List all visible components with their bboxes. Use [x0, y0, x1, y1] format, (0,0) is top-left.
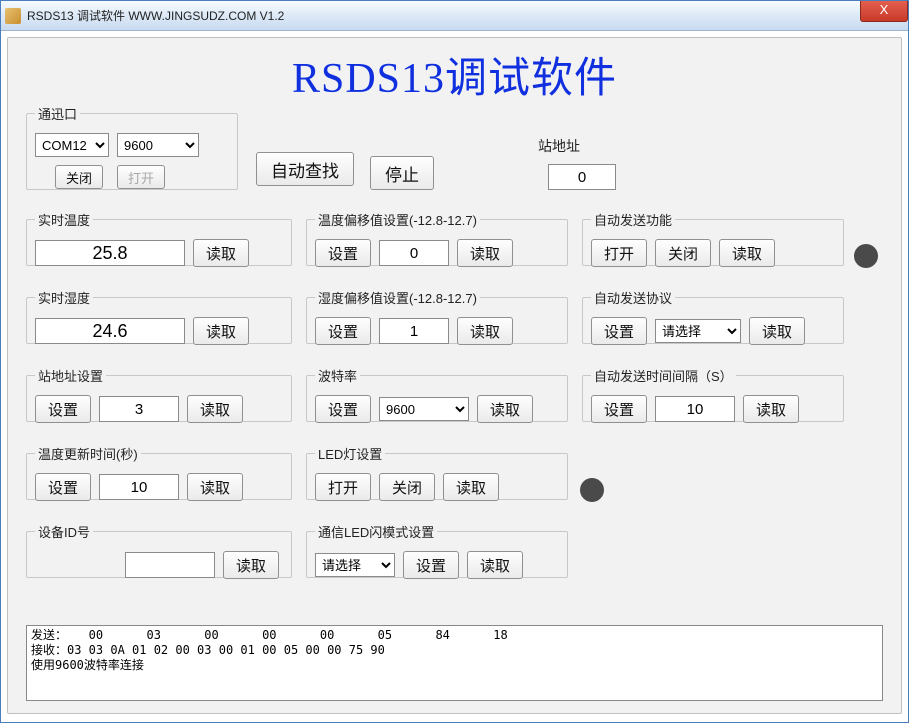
- baud-rate-set-button[interactable]: 设置: [315, 395, 371, 423]
- humi-offset-legend: 湿度偏移值设置(-12.8-12.7): [315, 288, 480, 307]
- group-auto-send-interval: 自动发送时间间隔（S） 设置 读取: [582, 366, 844, 422]
- group-temp-offset: 温度偏移值设置(-12.8-12.7) 设置 读取: [306, 210, 568, 266]
- realtime-humi-read-button[interactable]: 读取: [193, 317, 249, 345]
- realtime-temp-legend: 实时温度: [35, 210, 93, 229]
- device-id-value[interactable]: [125, 552, 215, 578]
- auto-send-interval-set-button[interactable]: 设置: [591, 395, 647, 423]
- auto-send-open-button[interactable]: 打开: [591, 239, 647, 267]
- auto-send-interval-value[interactable]: [655, 396, 735, 422]
- device-id-read-button[interactable]: 读取: [223, 551, 279, 579]
- led-close-button[interactable]: 关闭: [379, 473, 435, 501]
- station-addr-set-button[interactable]: 设置: [35, 395, 91, 423]
- station-addr-set-legend: 站地址设置: [35, 366, 106, 385]
- station-addr-read-button[interactable]: 读取: [187, 395, 243, 423]
- com-port-select[interactable]: COM12: [35, 133, 109, 157]
- window-title: RSDS13 调试软件 WWW.JINGSUDZ.COM V1.2: [27, 7, 284, 24]
- auto-send-proto-select[interactable]: 请选择: [655, 319, 741, 343]
- station-addr-value[interactable]: [548, 164, 616, 190]
- realtime-temp-read-button[interactable]: 读取: [193, 239, 249, 267]
- humi-offset-read-button[interactable]: 读取: [457, 317, 513, 345]
- led-read-button[interactable]: 读取: [443, 473, 499, 501]
- group-station-addr-set: 站地址设置 设置 读取: [26, 366, 292, 422]
- status-dot-led: [580, 478, 604, 502]
- stop-button[interactable]: 停止: [370, 156, 434, 190]
- realtime-temp-value[interactable]: [35, 240, 185, 266]
- group-comm-port: 通迅口 COM12 9600 关闭 打开: [26, 104, 238, 190]
- group-comm-led-blink: 通信LED闪模式设置 请选择 设置 读取: [306, 522, 568, 578]
- titlebar: RSDS13 调试软件 WWW.JINGSUDZ.COM V1.2 X: [1, 1, 908, 31]
- realtime-humi-value[interactable]: [35, 318, 185, 344]
- comm-led-blink-set-button[interactable]: 设置: [403, 551, 459, 579]
- auto-send-proto-set-button[interactable]: 设置: [591, 317, 647, 345]
- app-icon: [5, 8, 21, 24]
- humi-offset-value[interactable]: [379, 318, 449, 344]
- group-device-id: 设备ID号 读取: [26, 522, 292, 578]
- baud-rate-read-button[interactable]: 读取: [477, 395, 533, 423]
- group-humi-offset: 湿度偏移值设置(-12.8-12.7) 设置 读取: [306, 288, 568, 344]
- device-id-legend: 设备ID号: [35, 522, 93, 541]
- close-button[interactable]: X: [860, 1, 908, 22]
- temp-update-set-button[interactable]: 设置: [35, 473, 91, 501]
- comm-legend: 通迅口: [35, 104, 80, 123]
- station-addr-label: 站地址: [538, 136, 580, 156]
- temp-update-read-button[interactable]: 读取: [187, 473, 243, 501]
- status-dot-autosend: [854, 244, 878, 268]
- app-window: RSDS13 调试软件 WWW.JINGSUDZ.COM V1.2 X RSDS…: [0, 0, 909, 723]
- temp-offset-legend: 温度偏移值设置(-12.8-12.7): [315, 210, 480, 229]
- auto-send-proto-read-button[interactable]: 读取: [749, 317, 805, 345]
- group-auto-send-func: 自动发送功能 打开 关闭 读取: [582, 210, 844, 266]
- comm-led-blink-select[interactable]: 请选择: [315, 553, 395, 577]
- comm-led-blink-legend: 通信LED闪模式设置: [315, 522, 437, 541]
- humi-offset-set-button[interactable]: 设置: [315, 317, 371, 345]
- temp-offset-read-button[interactable]: 读取: [457, 239, 513, 267]
- group-auto-send-proto: 自动发送协议 设置 请选择 读取: [582, 288, 844, 344]
- temp-offset-set-button[interactable]: 设置: [315, 239, 371, 267]
- auto-send-interval-read-button[interactable]: 读取: [743, 395, 799, 423]
- baud-rate-legend: 波特率: [315, 366, 360, 385]
- temp-offset-value[interactable]: [379, 240, 449, 266]
- auto-send-func-legend: 自动发送功能: [591, 210, 675, 229]
- baud-rate-select[interactable]: 9600: [379, 397, 469, 421]
- led-open-button[interactable]: 打开: [315, 473, 371, 501]
- temp-update-value[interactable]: [99, 474, 179, 500]
- group-temp-update-time: 温度更新时间(秒) 设置 读取: [26, 444, 292, 500]
- auto-send-read-button[interactable]: 读取: [719, 239, 775, 267]
- auto-send-close-button[interactable]: 关闭: [655, 239, 711, 267]
- group-led-set: LED灯设置 打开 关闭 读取: [306, 444, 568, 500]
- auto-send-interval-legend: 自动发送时间间隔（S）: [591, 366, 736, 385]
- comm-led-blink-read-button[interactable]: 读取: [467, 551, 523, 579]
- auto-search-button[interactable]: 自动查找: [256, 152, 354, 186]
- station-addr-set-value[interactable]: [99, 396, 179, 422]
- group-baud-rate: 波特率 设置 9600 读取: [306, 366, 568, 422]
- led-set-legend: LED灯设置: [315, 444, 385, 463]
- client-area: RSDS13调试软件 通迅口 COM12 9600 关闭 打开 自动查找 停止 …: [7, 37, 902, 714]
- comm-open-button[interactable]: 打开: [117, 165, 165, 189]
- main-title: RSDS13调试软件: [18, 44, 891, 105]
- auto-send-proto-legend: 自动发送协议: [591, 288, 675, 307]
- temp-update-time-legend: 温度更新时间(秒): [35, 444, 141, 463]
- log-textarea[interactable]: 发送： 00 03 00 00 00 05 84 18 接收：03 03 0A …: [26, 625, 883, 701]
- baud-select[interactable]: 9600: [117, 133, 199, 157]
- group-realtime-temp: 实时温度 读取: [26, 210, 292, 266]
- realtime-humi-legend: 实时湿度: [35, 288, 93, 307]
- comm-close-button[interactable]: 关闭: [55, 165, 103, 189]
- group-realtime-humi: 实时湿度 读取: [26, 288, 292, 344]
